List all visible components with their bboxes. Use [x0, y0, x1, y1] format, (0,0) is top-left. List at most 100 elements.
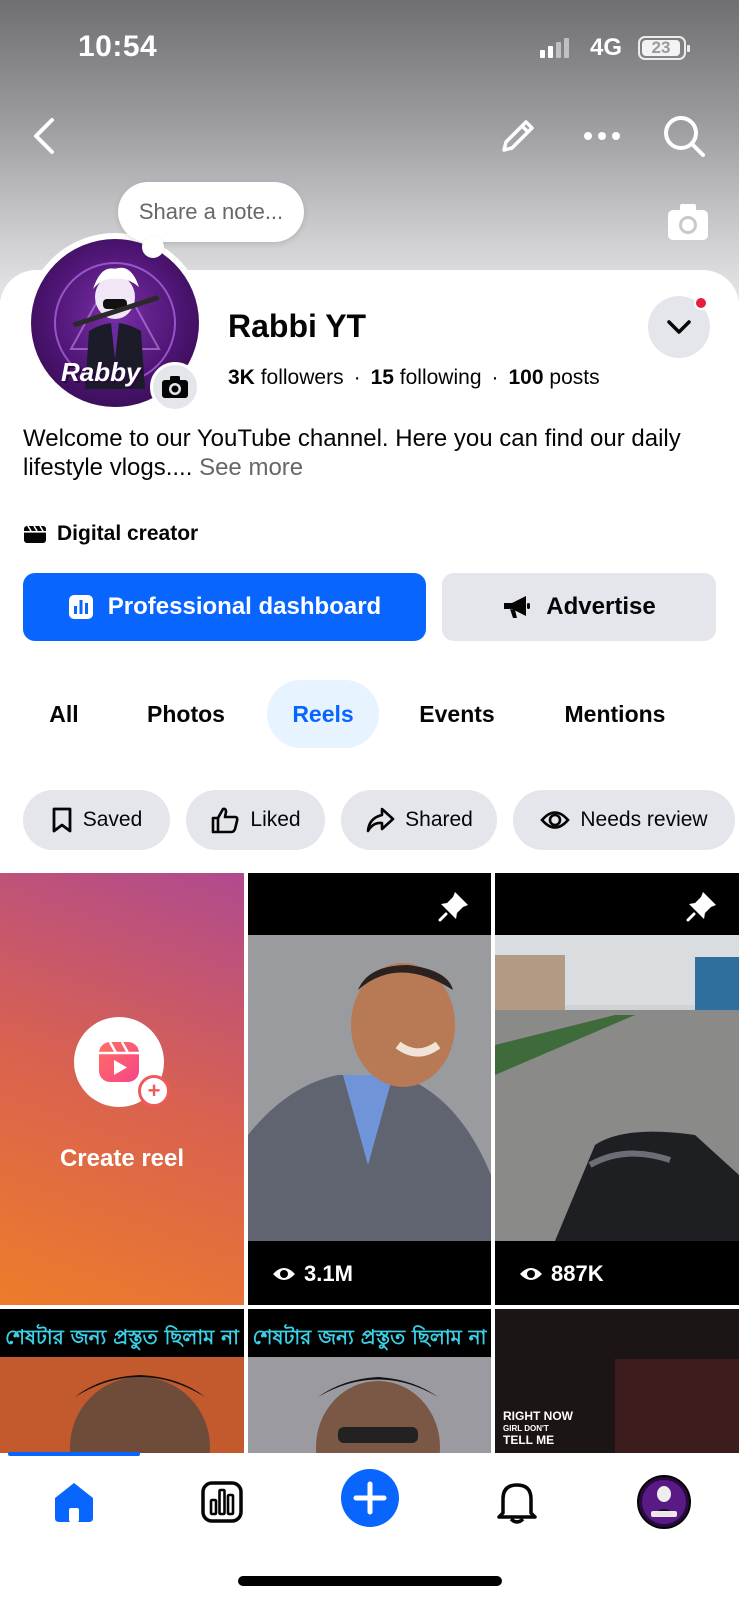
create-reel-tile[interactable]: + Create reel — [0, 873, 244, 1305]
reel-thumbnail[interactable]: 3.1M — [248, 873, 491, 1305]
create-plus-icon — [341, 1469, 399, 1527]
status-time: 10:54 — [78, 30, 158, 63]
stats-separator: · — [353, 366, 361, 389]
reel-views: 3.1M — [272, 1261, 353, 1287]
reel-caption: শেষটার জন্য প্রস্তুত ছিলাম না — [5, 1325, 239, 1349]
battery-icon: 23 — [638, 36, 690, 60]
content-tabs: All Photos Reels Events Mentions — [0, 680, 739, 748]
reel-thumbnail[interactable]: RIGHT NOW GIRL DON'T TELL ME — [495, 1309, 739, 1453]
tab-photos[interactable]: Photos — [124, 680, 248, 748]
edit-profile-button[interactable] — [492, 110, 544, 162]
tab-label: Photos — [147, 700, 225, 727]
home-indicator — [238, 1576, 502, 1586]
camera-icon — [162, 376, 188, 398]
eye-icon — [520, 1268, 542, 1280]
filter-label: Needs review — [580, 808, 708, 831]
dashboard-chart-icon — [201, 1481, 243, 1523]
followers-count: 3K — [228, 366, 255, 389]
profile-bio: Welcome to our YouTube channel. Here you… — [23, 424, 703, 482]
nav-profile[interactable] — [636, 1474, 692, 1530]
reel-thumbnail[interactable]: শেষটার জন্য প্রস্তুত ছিলাম না — [0, 1309, 244, 1453]
megaphone-icon — [504, 596, 531, 618]
battery-level: 23 — [642, 39, 680, 56]
views-count: 3.1M — [304, 1261, 353, 1286]
filter-label: Shared — [405, 808, 473, 831]
profile-name: Rabbi YT — [228, 308, 367, 344]
create-reel-label: Create reel — [59, 1145, 185, 1172]
pin-icon — [686, 892, 716, 922]
cover-camera-button[interactable] — [666, 202, 710, 242]
reel-caption: শেষটার জন্য প্রস্তুত ছিলাম না — [252, 1325, 487, 1349]
nav-home[interactable] — [46, 1474, 102, 1530]
share-note-bubble[interactable]: Share a note... — [118, 182, 304, 242]
search-button[interactable] — [658, 110, 710, 162]
filter-saved[interactable]: Saved — [23, 790, 170, 850]
filter-shared[interactable]: Shared — [341, 790, 497, 850]
add-plus-icon: + — [138, 1075, 170, 1107]
filter-label: Liked — [250, 808, 301, 831]
reel-text-line: GIRL DON'T — [503, 1424, 549, 1433]
tab-label: Reels — [292, 700, 354, 727]
following-link[interactable]: 15 following — [371, 366, 482, 389]
thumbs-up-icon — [212, 807, 239, 834]
profile-avatar-icon — [637, 1475, 691, 1529]
tab-label: Events — [419, 700, 495, 727]
advertise-button-label: Advertise — [546, 593, 656, 620]
reel-image — [0, 1357, 244, 1453]
pin-icon — [438, 892, 468, 922]
eye-icon — [273, 1268, 295, 1280]
category-label: Digital creator — [57, 522, 199, 545]
tab-mentions[interactable]: Mentions — [540, 680, 690, 748]
status-bar: 10:54 4G 23 — [0, 30, 739, 70]
profile-stats: 3K followers · 15 following · 100 posts — [228, 366, 600, 390]
share-note-label: Share a note... — [138, 199, 284, 224]
followers-link[interactable]: 3K followers — [228, 366, 344, 389]
following-label: following — [399, 366, 482, 389]
reels-icon — [99, 1041, 139, 1082]
reel-views: 887K — [519, 1261, 604, 1287]
see-more-link[interactable]: See more — [199, 454, 303, 481]
filter-needs-review[interactable]: Needs review — [513, 790, 735, 850]
views-count: 887K — [551, 1261, 604, 1286]
notification-dot — [694, 296, 708, 310]
chevron-left-icon — [34, 118, 54, 154]
reel-thumbnail[interactable]: 887K — [495, 873, 739, 1305]
reel-thumbnail[interactable]: শেষটার জন্য প্রস্তুত ছিলাম না — [248, 1309, 491, 1453]
chevron-down-icon — [667, 320, 691, 334]
tab-label: Mentions — [564, 700, 666, 727]
share-arrow-icon — [366, 807, 395, 833]
advertise-button[interactable]: Advertise — [442, 573, 716, 641]
note-bubble-tail — [142, 236, 164, 258]
profile-category: Digital creator — [23, 522, 198, 546]
nav-create[interactable] — [340, 1468, 400, 1528]
clapperboard-icon — [24, 525, 46, 543]
more-options-button[interactable] — [576, 110, 628, 162]
back-button[interactable] — [18, 110, 70, 162]
network-label: 4G — [590, 34, 623, 61]
reel-image — [248, 935, 491, 1241]
home-icon — [55, 1483, 93, 1522]
posts-stat: 100 posts — [509, 366, 600, 389]
filter-liked[interactable]: Liked — [186, 790, 325, 850]
dashboard-chart-icon — [68, 595, 93, 619]
notifications-bell-icon — [497, 1483, 537, 1524]
filter-label: Saved — [82, 808, 143, 831]
posts-count: 100 — [508, 366, 544, 389]
bio-text: Welcome to our YouTube channel. Here you… — [23, 425, 681, 481]
avatar-camera-button[interactable] — [150, 362, 200, 412]
posts-label: posts — [549, 366, 600, 389]
dashboard-button-label: Professional dashboard — [107, 593, 382, 620]
search-icon — [664, 116, 705, 157]
tab-reels[interactable]: Reels — [267, 680, 379, 748]
followers-label: followers — [260, 366, 344, 389]
pencil-icon — [502, 120, 534, 152]
tab-events[interactable]: Events — [400, 680, 514, 748]
nav-dashboard[interactable] — [194, 1474, 250, 1530]
professional-dashboard-button[interactable]: Professional dashboard — [23, 573, 426, 641]
nav-notifications[interactable] — [489, 1474, 545, 1530]
tab-all[interactable]: All — [22, 680, 106, 748]
stats-separator: · — [491, 366, 499, 389]
avatar-text: Rabby — [61, 357, 141, 387]
camera-icon — [668, 204, 708, 240]
reel-text-line: RIGHT NOW — [503, 1409, 573, 1423]
